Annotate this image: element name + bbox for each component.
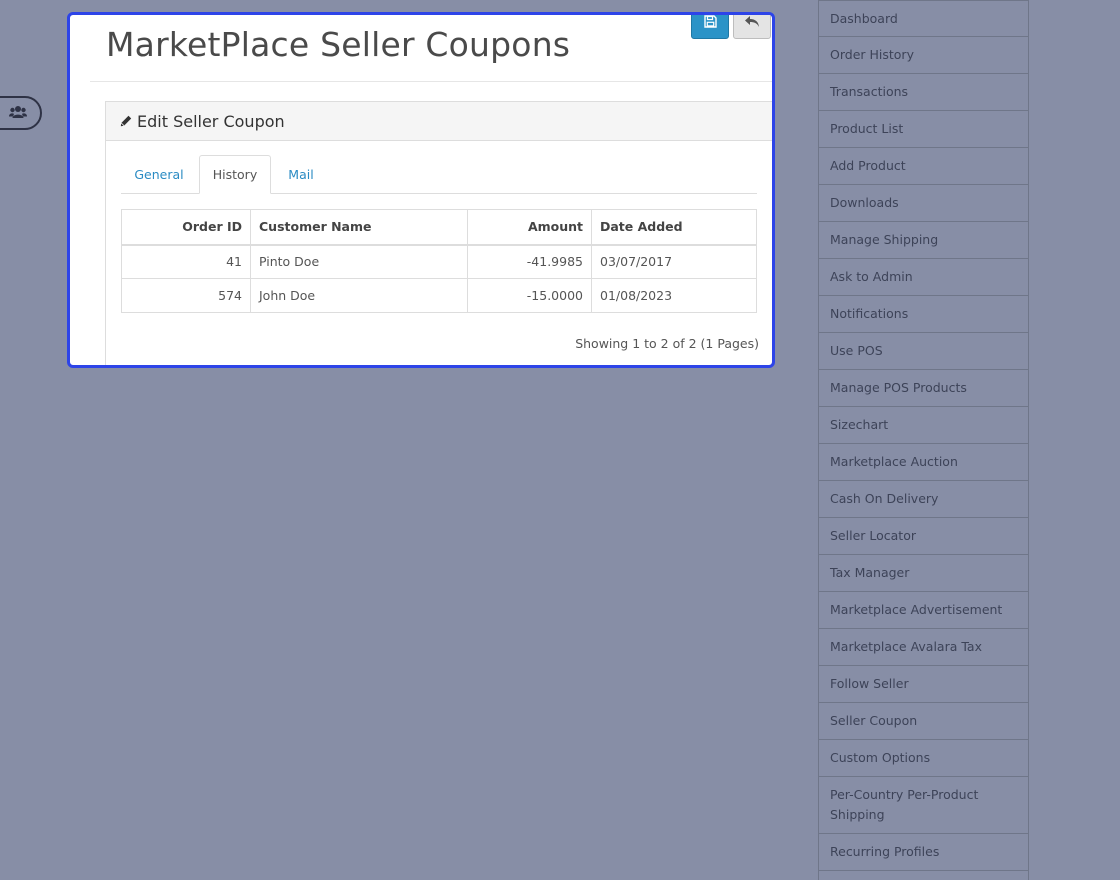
sidebar-item-label: Ask to Admin [830, 269, 913, 284]
tab-general-label: General [134, 166, 184, 182]
sidebar-item-label: Add Product [830, 158, 906, 173]
cell-amount: -15.0000 [467, 278, 592, 313]
sidebar-item-follow-seller[interactable]: Follow Seller [819, 666, 1028, 703]
tab-history[interactable]: History [199, 155, 271, 194]
sidebar-item-marketplace-advertisement[interactable]: Marketplace Advertisement [819, 592, 1028, 629]
tab-history-label: History [212, 167, 258, 182]
floppy-disk-icon [703, 15, 717, 32]
column-header-date-added[interactable]: Date Added [591, 209, 757, 246]
sidebar-item-label: Cash On Delivery [830, 491, 939, 506]
column-header-order-id[interactable]: Order ID [121, 209, 251, 246]
edit-coupon-panel: Edit Seller Coupon General History Mail … [105, 101, 772, 365]
sidebar-item-label: Recurring Profiles [830, 844, 940, 859]
column-header-customer-name[interactable]: Customer Name [250, 209, 468, 246]
sidebar-item-label: Product List [830, 121, 904, 136]
sidebar-item-sizechart[interactable]: Sizechart [819, 407, 1028, 444]
sidebar-item-label: Custom Options [830, 750, 931, 765]
sidebar-item-marketplace-avalara-tax[interactable]: Marketplace Avalara Tax [819, 629, 1028, 666]
sidebar-item-downloads[interactable]: Downloads [819, 185, 1028, 222]
sidebar-item-marketplace-auction[interactable]: Marketplace Auction [819, 444, 1028, 481]
sidebar-item-tax-manager[interactable]: Tax Manager [819, 555, 1028, 592]
sidebar-item-add-product[interactable]: Add Product [819, 148, 1028, 185]
cell-order-id: 41 [121, 244, 251, 279]
sidebar-item-cash-on-delivery[interactable]: Cash On Delivery [819, 481, 1028, 518]
sidebar-item-label: Use POS [830, 343, 883, 358]
cell-customer-name: Pinto Doe [250, 244, 468, 279]
seller-coupon-dialog: MarketPlace Seller Coupons Edit Seller C… [67, 12, 775, 368]
sidebar-item-ask-to-admin[interactable]: Ask to Admin [819, 259, 1028, 296]
back-button[interactable] [733, 15, 771, 39]
sidebar-item-recurring-profiles[interactable]: Recurring Profiles [819, 834, 1028, 871]
title-divider [90, 81, 772, 82]
cell-amount: -41.9985 [467, 244, 592, 279]
sidebar-item-manage-shipping[interactable]: Manage Shipping [819, 222, 1028, 259]
sidebar-item-label: Notifications [830, 306, 909, 321]
sidebar-item-label: Order History [830, 47, 914, 62]
sidebar-item-label: Manage POS Products [830, 380, 967, 395]
sidebar-item-order-history[interactable]: Order History [819, 37, 1028, 74]
sidebar-item-label: Follow Seller [830, 676, 909, 691]
sidebar-item-dashboard[interactable]: Dashboard [819, 0, 1028, 37]
panel-heading-text: Edit Seller Coupon [137, 111, 285, 131]
sidebar-item-manage-pos-products[interactable]: Manage POS Products [819, 370, 1028, 407]
users-icon [9, 104, 27, 123]
coupon-history-table: Order ID Customer Name Amount Date Added… [121, 209, 757, 313]
sidebar-item-label: Marketplace Avalara Tax [830, 639, 982, 654]
table-row: 41 Pinto Doe -41.9985 03/07/2017 [121, 244, 757, 279]
sidebar-item-label: Manage Shipping [830, 232, 939, 247]
sidebar-item-label: Marketplace Auction [830, 454, 958, 469]
column-header-amount[interactable]: Amount [467, 209, 592, 246]
sidebar-item-notifications[interactable]: Notifications [819, 296, 1028, 333]
users-toggle-button[interactable] [0, 96, 42, 130]
sidebar-item-label: Seller Locator [830, 528, 916, 543]
sidebar-item-use-pos[interactable]: Use POS [819, 333, 1028, 370]
tab-general[interactable]: General [121, 155, 197, 193]
cell-date-added: 03/07/2017 [591, 244, 757, 279]
sidebar-item-seller-coupon[interactable]: Seller Coupon [819, 703, 1028, 740]
sidebar-item-label: Dashboard [830, 11, 898, 26]
tab-mail-label: Mail [288, 166, 314, 182]
sidebar-item-seller-locator[interactable]: Seller Locator [819, 518, 1028, 555]
sidebar-item-label: Per-Country Per-Product Shipping [830, 787, 979, 822]
table-row: 574 John Doe -15.0000 01/08/2023 [121, 278, 757, 313]
save-button[interactable] [691, 15, 729, 39]
sidebar-item-transactions[interactable]: Transactions [819, 74, 1028, 111]
page-title: MarketPlace Seller Coupons [106, 25, 571, 64]
sidebar-item-label: Tax Manager [830, 565, 910, 580]
tab-mail[interactable]: Mail [275, 155, 327, 193]
cell-customer-name: John Doe [250, 278, 468, 313]
seller-sidebar-menu: Dashboard Order History Transactions Produc… [818, 0, 1029, 880]
cell-date-added: 01/08/2023 [591, 278, 757, 313]
sidebar-item-custom-options[interactable]: Custom Options [819, 740, 1028, 777]
sidebar-item-per-country-per-product-shipping[interactable]: Per-Country Per-Product Shipping [819, 777, 1028, 834]
sidebar-item-label: Downloads [830, 195, 899, 210]
panel-heading: Edit Seller Coupon [106, 102, 772, 141]
sidebar-item-product-list[interactable]: Product List [819, 111, 1028, 148]
cell-order-id: 574 [121, 278, 251, 313]
pencil-icon [120, 115, 132, 127]
sidebar-item-label: Marketplace Advertisement [830, 602, 1003, 617]
coupon-tabs: General History Mail [121, 155, 757, 194]
sidebar-item-label: Sizechart [830, 417, 889, 432]
reply-arrow-icon [744, 15, 760, 32]
sidebar-item-label: Transactions [830, 84, 909, 99]
table-header-row: Order ID Customer Name Amount Date Added [121, 209, 757, 246]
pagination-text: Showing 1 to 2 of 2 (1 Pages) [575, 336, 759, 351]
sidebar-item-label: Seller Coupon [830, 713, 918, 728]
